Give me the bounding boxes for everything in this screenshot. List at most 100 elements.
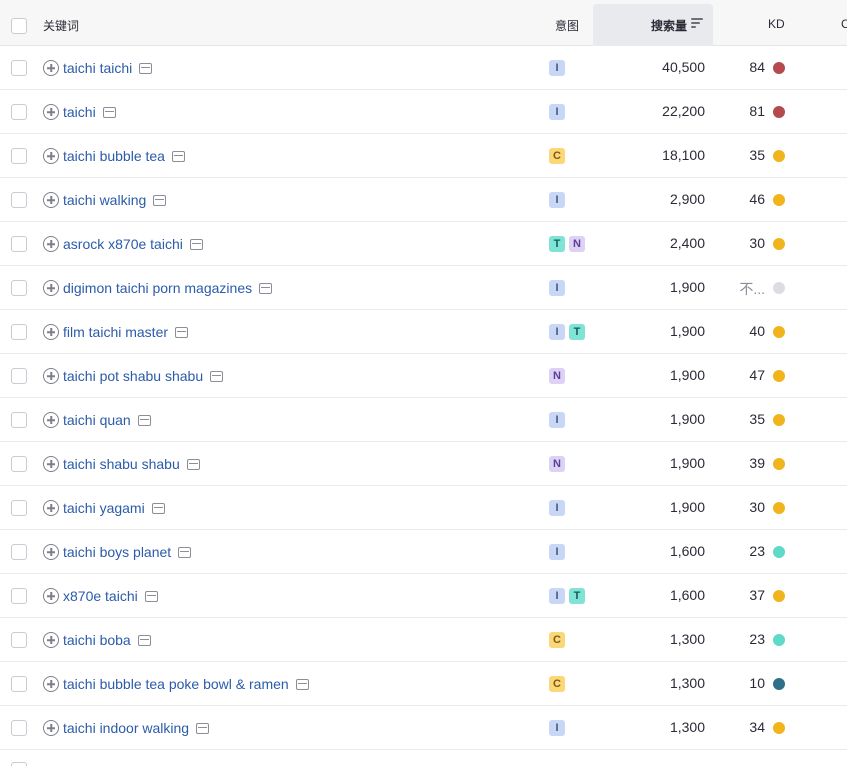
- add-to-list-icon[interactable]: [43, 676, 59, 692]
- add-to-list-icon[interactable]: [43, 236, 59, 252]
- keyword-link[interactable]: taichi boba: [63, 631, 131, 649]
- column-header-volume[interactable]: 搜索量: [593, 4, 713, 46]
- table-row[interactable]: taichi walking I 2,900 46: [0, 178, 847, 222]
- add-to-list-icon[interactable]: [43, 324, 59, 340]
- intent-cell: C: [549, 632, 565, 648]
- keyword-link[interactable]: taichi: [63, 103, 96, 121]
- serp-preview-icon[interactable]: [186, 458, 200, 470]
- serp-preview-icon[interactable]: [151, 502, 165, 514]
- serp-preview-icon[interactable]: [259, 282, 273, 294]
- add-to-list-icon[interactable]: [43, 148, 59, 164]
- table-row[interactable]: film taichi master I T 1,900 40: [0, 310, 847, 354]
- keyword-link[interactable]: film taichi master: [63, 323, 168, 341]
- serp-preview-icon[interactable]: [139, 62, 153, 74]
- row-checkbox[interactable]: [11, 368, 27, 384]
- column-header-kd[interactable]: KD: [768, 17, 785, 31]
- keyword-link[interactable]: digimon taichi porn magazines: [63, 279, 252, 297]
- kd-difficulty-dot: [773, 238, 785, 250]
- table-row[interactable]: digimon taichi porn magazines I 1,900 不...: [0, 266, 847, 310]
- add-to-list-icon[interactable]: [43, 544, 59, 560]
- add-to-list-icon[interactable]: [43, 720, 59, 736]
- serp-preview-icon[interactable]: [153, 194, 167, 206]
- keyword-link[interactable]: taichi shabu shabu: [63, 455, 180, 473]
- add-to-list-icon[interactable]: [43, 500, 59, 516]
- intent-badge: I: [549, 588, 565, 604]
- column-header-keyword[interactable]: 关键词: [43, 17, 79, 34]
- keyword-link[interactable]: taichi bubble tea poke bowl & ramen: [63, 675, 289, 693]
- keyword-link[interactable]: taichi yagami: [63, 499, 145, 517]
- table-row[interactable]: x870e taichi I T 1,600 37: [0, 574, 847, 618]
- table-row[interactable]: taichi yagami I 1,900 30: [0, 486, 847, 530]
- keyword-link[interactable]: taichi quan: [63, 411, 131, 429]
- kd-value: 不...: [739, 281, 765, 297]
- serp-preview-icon[interactable]: [210, 370, 224, 382]
- row-checkbox[interactable]: [11, 60, 27, 76]
- serp-preview-icon[interactable]: [175, 326, 189, 338]
- search-volume: 2,400: [669, 235, 705, 251]
- search-volume: 1,900: [669, 499, 705, 515]
- serp-preview-icon[interactable]: [189, 238, 203, 250]
- table-row[interactable]: taichi quan I 1,900 35: [0, 398, 847, 442]
- row-checkbox[interactable]: [11, 632, 27, 648]
- intent-badge: C: [549, 148, 565, 164]
- sort-descending-icon[interactable]: [691, 18, 703, 29]
- table-row[interactable]: taichi boba C 1,300 23: [0, 618, 847, 662]
- serp-preview-icon[interactable]: [102, 106, 116, 118]
- row-checkbox[interactable]: [11, 324, 27, 340]
- table-row[interactable]: taichi boys planet I 1,600 23: [0, 530, 847, 574]
- table-row[interactable]: taichi I 22,200 81: [0, 90, 847, 134]
- row-checkbox[interactable]: [11, 500, 27, 516]
- add-to-list-icon[interactable]: [43, 632, 59, 648]
- select-all-checkbox[interactable]: [11, 18, 27, 34]
- row-checkbox[interactable]: [11, 544, 27, 560]
- serp-preview-icon[interactable]: [137, 634, 151, 646]
- add-to-list-icon[interactable]: [43, 192, 59, 208]
- table-row[interactable]: taichi shabu shabu N 1,900 39: [0, 442, 847, 486]
- serp-preview-icon[interactable]: [144, 590, 158, 602]
- keyword-link[interactable]: asrock x870e taichi: [63, 235, 183, 253]
- keyword-link[interactable]: taichi walking: [63, 191, 146, 209]
- column-header-intent[interactable]: 意图: [555, 17, 579, 34]
- intent-badge: I: [549, 720, 565, 736]
- table-row[interactable]: taichi bubble tea C 18,100 35: [0, 134, 847, 178]
- table-row[interactable]: taichi pot shabu shabu N 1,900 47: [0, 354, 847, 398]
- add-to-list-icon[interactable]: [43, 280, 59, 296]
- add-to-list-icon[interactable]: [43, 60, 59, 76]
- column-header-cpc[interactable]: C: [841, 17, 847, 31]
- row-checkbox[interactable]: [11, 104, 27, 120]
- keyword-link[interactable]: taichi boys planet: [63, 543, 171, 561]
- add-to-list-icon[interactable]: [43, 104, 59, 120]
- intent-badge: I: [549, 192, 565, 208]
- serp-preview-icon[interactable]: [137, 414, 151, 426]
- table-row[interactable]: taichi bubble tea poke bowl & ramen C 1,30…: [0, 662, 847, 706]
- row-checkbox[interactable]: [11, 456, 27, 472]
- row-checkbox[interactable]: [11, 676, 27, 692]
- keyword-link[interactable]: taichi taichi: [63, 59, 132, 77]
- row-checkbox[interactable]: [11, 192, 27, 208]
- table-row[interactable]: taichi indoor walking I 1,300 34: [0, 706, 847, 750]
- add-to-list-icon[interactable]: [43, 368, 59, 384]
- add-to-list-icon[interactable]: [43, 412, 59, 428]
- intent-badge: I: [549, 544, 565, 560]
- keyword-link[interactable]: taichi bubble tea: [63, 147, 165, 165]
- keyword-link[interactable]: x870e taichi: [63, 587, 138, 605]
- row-checkbox[interactable]: [11, 148, 27, 164]
- table-row[interactable]: taichi taichi I 40,500 84: [0, 46, 847, 90]
- serp-preview-icon[interactable]: [295, 678, 309, 690]
- row-checkbox[interactable]: [11, 280, 27, 296]
- row-checkbox[interactable]: [11, 412, 27, 428]
- keyword-link[interactable]: taichi pot shabu shabu: [63, 367, 203, 385]
- kd-value: 30: [749, 499, 765, 515]
- table-row[interactable]: asrock x870e taichi T N 2,400 30: [0, 222, 847, 266]
- add-to-list-icon[interactable]: [43, 456, 59, 472]
- row-checkbox[interactable]: [11, 236, 27, 252]
- row-checkbox[interactable]: [11, 762, 27, 766]
- serp-preview-icon[interactable]: [171, 150, 185, 162]
- keyword-link[interactable]: taichi indoor walking: [63, 719, 189, 737]
- kd-value: 39: [749, 455, 765, 471]
- row-checkbox[interactable]: [11, 588, 27, 604]
- row-checkbox[interactable]: [11, 720, 27, 736]
- serp-preview-icon[interactable]: [178, 546, 192, 558]
- serp-preview-icon[interactable]: [196, 722, 210, 734]
- add-to-list-icon[interactable]: [43, 588, 59, 604]
